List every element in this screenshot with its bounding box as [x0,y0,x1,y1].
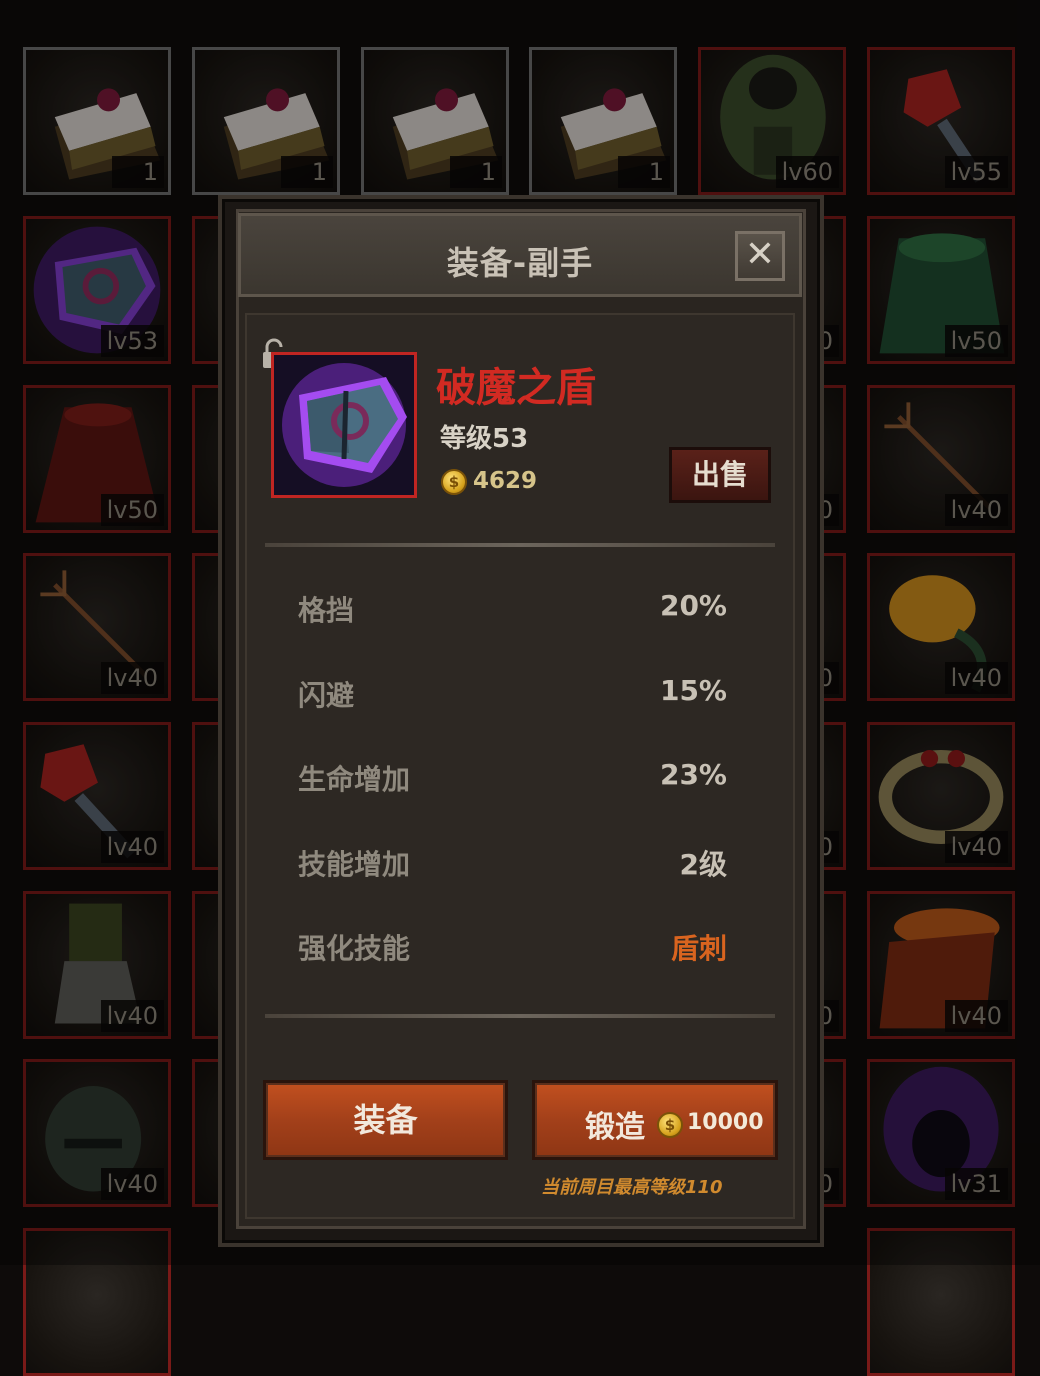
divider [265,543,775,547]
coin-icon: $ [441,469,467,495]
coin-icon: $ [657,1112,683,1138]
item-price: 4629 [473,468,538,494]
stat-label: 闪避 [298,679,355,712]
item-name: 破魔之盾 [436,365,596,411]
stat-value: 15% [659,674,727,707]
dialog-title: 装备-副手 [446,244,594,282]
equip-button[interactable]: 装备 [263,1080,508,1160]
dialog-header: 装备-副手 [238,213,802,297]
forge-cost: 10000 [687,1110,764,1135]
forge-button[interactable]: 锻造 $ 10000 [532,1080,778,1160]
enhanced-skill-value: 盾刺 [670,932,727,965]
item-portrait [271,352,417,498]
shield-icon [274,355,414,495]
stat-value: 20% [659,589,727,622]
stat-value: 2级 [679,848,727,881]
item-level: 等级53 [440,424,529,454]
stat-label: 生命增加 [298,763,411,796]
stat-label: 格挡 [298,594,355,627]
sell-button[interactable]: 出售 [669,447,771,503]
stat-value: 23% [659,758,727,791]
stat-label: 强化技能 [298,932,411,965]
stat-label: 技能增加 [298,848,411,881]
divider [265,1014,775,1018]
level-cap-note: 当前周目最高等级110 [541,1177,723,1198]
close-button[interactable]: ✕ [735,231,785,281]
forge-label: 锻造 [585,1110,645,1145]
